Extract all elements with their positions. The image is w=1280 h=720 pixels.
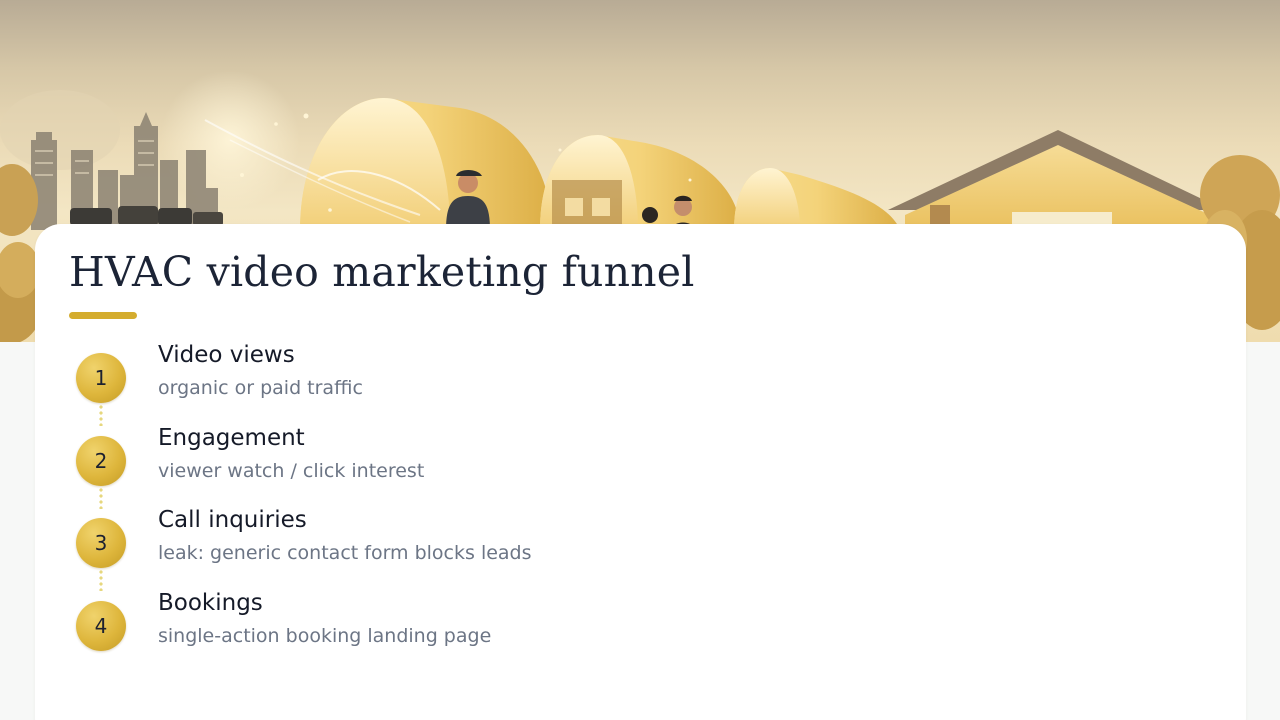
step-number-badge: 3: [76, 518, 126, 568]
step-number-badge: 1: [76, 353, 126, 403]
funnel-step-3: 3 Call inquiries leak: generic contact f…: [35, 507, 735, 587]
step-number-badge: 2: [76, 436, 126, 486]
step-subtitle: organic or paid traffic: [158, 377, 363, 399]
house: [888, 130, 1225, 235]
step-connector: [99, 487, 103, 509]
funnel-card: HVAC video marketing funnel 1 Video view…: [35, 224, 1246, 720]
step-title: Bookings: [158, 590, 263, 616]
step-connector: [99, 404, 103, 426]
step-subtitle: viewer watch / click interest: [158, 460, 425, 482]
funnel-tube-small: [734, 168, 900, 230]
funnel-tube-medium: [540, 135, 740, 230]
step-subtitle: leak: generic contact form blocks leads: [158, 542, 532, 564]
step-number-badge: 4: [76, 601, 126, 651]
step-connector: [99, 569, 103, 591]
step-title: Video views: [158, 342, 295, 368]
funnel-step-1: 1 Video views organic or paid traffic: [35, 342, 735, 422]
step-title: Engagement: [158, 425, 305, 451]
cloud: [0, 90, 120, 170]
funnel-step-2: 2 Engagement viewer watch / click intere…: [35, 425, 735, 505]
step-title: Call inquiries: [158, 507, 307, 533]
funnel-steps: 1 Video views organic or paid traffic 2 …: [35, 224, 1246, 720]
funnel-step-4: 4 Bookings single-action booking landing…: [35, 590, 735, 670]
step-subtitle: single-action booking landing page: [158, 625, 492, 647]
